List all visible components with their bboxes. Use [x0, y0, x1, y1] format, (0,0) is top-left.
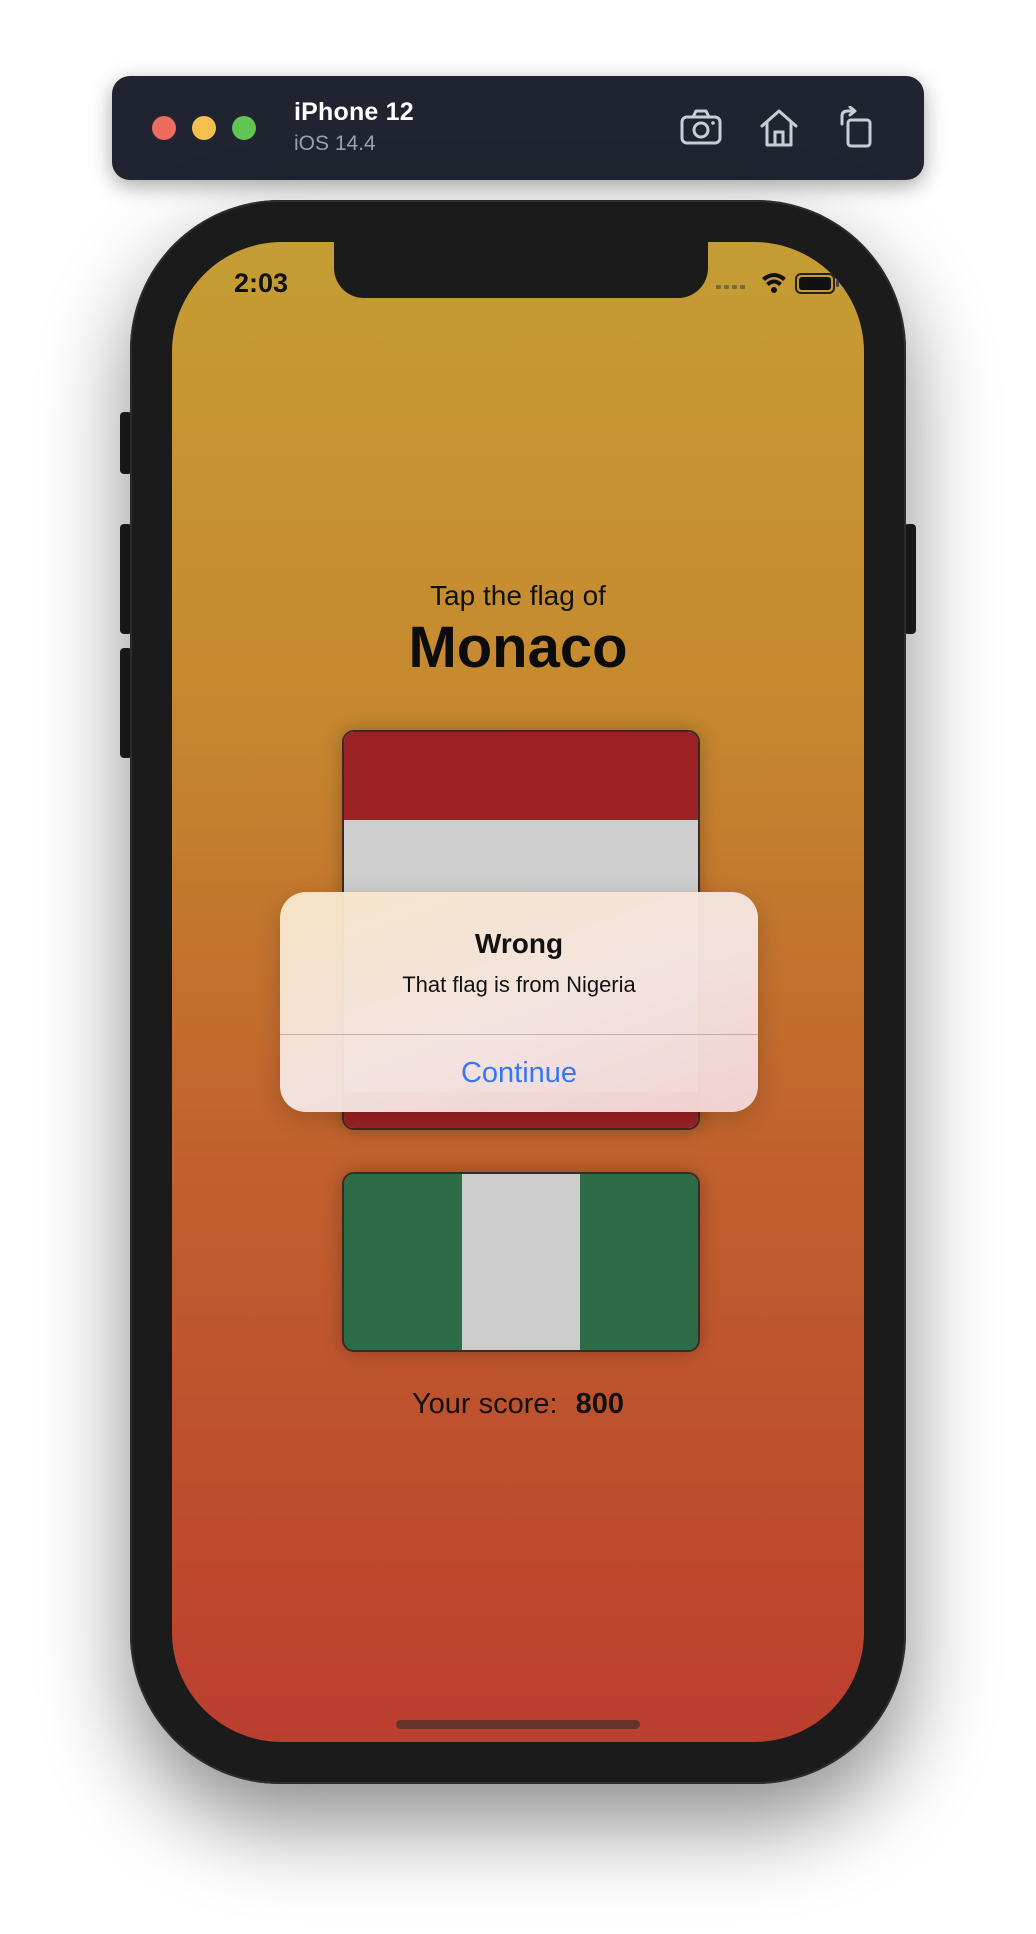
wifi-icon — [762, 273, 786, 293]
flag-button-nigeria[interactable] — [342, 1172, 700, 1352]
phone-screen: 2:03 Tap the flag of Monaco Your score: … — [172, 242, 864, 1742]
flag-stripe-green-right — [580, 1174, 698, 1350]
signal-icon — [716, 285, 745, 289]
prompt-text: Tap the flag of — [430, 580, 606, 611]
alert-message: That flag is from Nigeria — [402, 972, 636, 997]
country-title: Monaco — [408, 615, 628, 680]
score-value: 800 — [575, 1388, 624, 1420]
home-icon[interactable] — [756, 106, 802, 150]
alert-title: Wrong — [474, 928, 564, 959]
device-name: iPhone 12 — [294, 98, 414, 126]
score-row: Your score: 800 — [172, 1388, 864, 1421]
screenshot-icon[interactable] — [678, 106, 724, 150]
home-indicator[interactable] — [396, 1720, 640, 1729]
rotate-icon[interactable] — [834, 105, 880, 150]
continue-button[interactable]: Continue — [280, 1035, 758, 1112]
score-label: Your score: — [411, 1388, 558, 1420]
iphone-frame: 2:03 Tap the flag of Monaco Your score: … — [130, 200, 906, 1784]
flag-stripe-green-left — [344, 1174, 462, 1350]
alert-dialog: Wrong That flag is from Nigeria Continue — [280, 892, 758, 1112]
status-icons — [712, 268, 842, 298]
close-window-button[interactable] — [152, 116, 176, 140]
zoom-window-button[interactable] — [232, 116, 256, 140]
minimize-window-button[interactable] — [192, 116, 216, 140]
battery-icon — [795, 273, 839, 294]
flag-stripe-white — [462, 1174, 580, 1350]
simulator-toolbar: iPhone 12 iOS 14.4 — [112, 76, 924, 180]
os-version: iOS 14.4 — [294, 132, 376, 155]
flag-stripe-red — [344, 732, 698, 820]
status-time: 2:03 — [234, 268, 289, 298]
simulator-stage: iPhone 12 iOS 14.4 2:03 Tap the flag of … — [0, 0, 1036, 1934]
notch — [334, 242, 708, 298]
